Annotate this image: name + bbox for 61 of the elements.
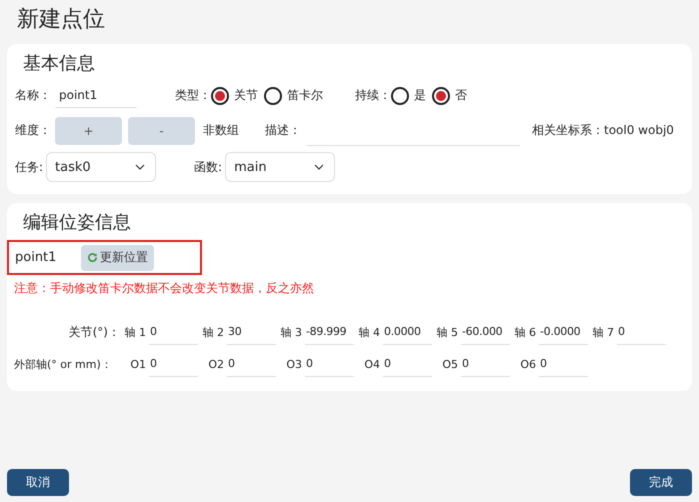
field-label: 任务: (15, 158, 44, 176)
axis-label: 轴 4 (358, 324, 381, 340)
radio-option[interactable]: 笛卡尔 (264, 86, 323, 104)
axis-label: O3 (285, 358, 303, 370)
axis-value-field[interactable]: 0.0000 (383, 319, 432, 345)
axis-label: 轴 7 (592, 324, 615, 340)
update-position-button[interactable]: 更新位置 (81, 244, 154, 270)
radio-option[interactable]: 是 (391, 86, 426, 104)
axis-value-field[interactable]: -60.000 (461, 319, 510, 345)
axis-value-field[interactable]: 0 (149, 319, 198, 345)
axis-label: O6 (519, 358, 537, 370)
field-label: 名称： (15, 87, 51, 104)
cancel-button[interactable]: 取消 (7, 469, 69, 496)
axis-label: 轴 1 (124, 324, 147, 340)
warning-text: 注意：手动修改笛卡尔数据不会改变关节数据，反之亦然 (14, 280, 314, 297)
dimension-note: 非数组 (203, 122, 239, 139)
axis-value-field[interactable]: 0 (539, 351, 588, 377)
dropdown[interactable]: main (225, 152, 336, 182)
axis-value-field[interactable]: 0 (305, 351, 354, 377)
axis-value-field[interactable]: -0.0000 (539, 319, 588, 345)
done-button[interactable]: 完成 (630, 469, 692, 496)
radio-option[interactable]: 否 (432, 86, 467, 104)
dropdown[interactable]: task0 (46, 152, 156, 182)
axis-label: O5 (441, 358, 459, 370)
axis-label: 轴 5 (436, 324, 459, 340)
chevron-down-icon (135, 164, 146, 170)
radio-button[interactable] (264, 86, 282, 104)
axis-value-field[interactable]: 0 (617, 319, 666, 345)
axis-label: 轴 2 (202, 324, 225, 340)
axis-label: O1 (129, 358, 147, 370)
section-title: 基本信息 (22, 52, 95, 76)
radio-button[interactable] (391, 86, 409, 104)
radio-button[interactable] (211, 86, 229, 104)
axis-label: O2 (207, 358, 225, 370)
field-label: 持续： (355, 87, 391, 104)
chevron-down-icon (314, 164, 324, 170)
axis-value-field[interactable]: 0 (383, 351, 432, 377)
section-title: 编辑位姿信息 (22, 211, 131, 235)
axis-label: 轴 6 (514, 324, 537, 340)
field-label: 类型： (175, 87, 211, 104)
row-label: 关节(°)： (68, 324, 120, 340)
coordinate-system-text: 相关坐标系：tool0 wobj0 (532, 122, 674, 139)
axis-value-field[interactable]: 30 (227, 319, 276, 345)
dimension-button[interactable]: + (55, 116, 122, 144)
radio-option[interactable]: 关节 (211, 86, 258, 104)
refresh-icon (87, 252, 98, 263)
axis-value-field[interactable]: 0 (227, 351, 276, 377)
field-label: 函数: (194, 158, 222, 176)
field-label: 描述： (265, 122, 301, 139)
radio-button[interactable] (432, 86, 450, 104)
axis-value-field[interactable]: 0 (461, 351, 510, 377)
axis-label: 轴 3 (280, 324, 303, 340)
row-label: 外部轴(° or mm)： (14, 356, 112, 372)
field-label: 维度： (15, 122, 51, 139)
page-title: 新建点位 (16, 6, 105, 34)
dimension-button[interactable]: - (128, 116, 195, 144)
point-name: point1 (15, 250, 58, 265)
axis-value-field[interactable]: 0 (149, 351, 198, 377)
axis-value-field[interactable]: -89.999 (305, 319, 354, 345)
input-field[interactable]: point1 (55, 84, 137, 108)
axis-label: O4 (363, 358, 381, 370)
